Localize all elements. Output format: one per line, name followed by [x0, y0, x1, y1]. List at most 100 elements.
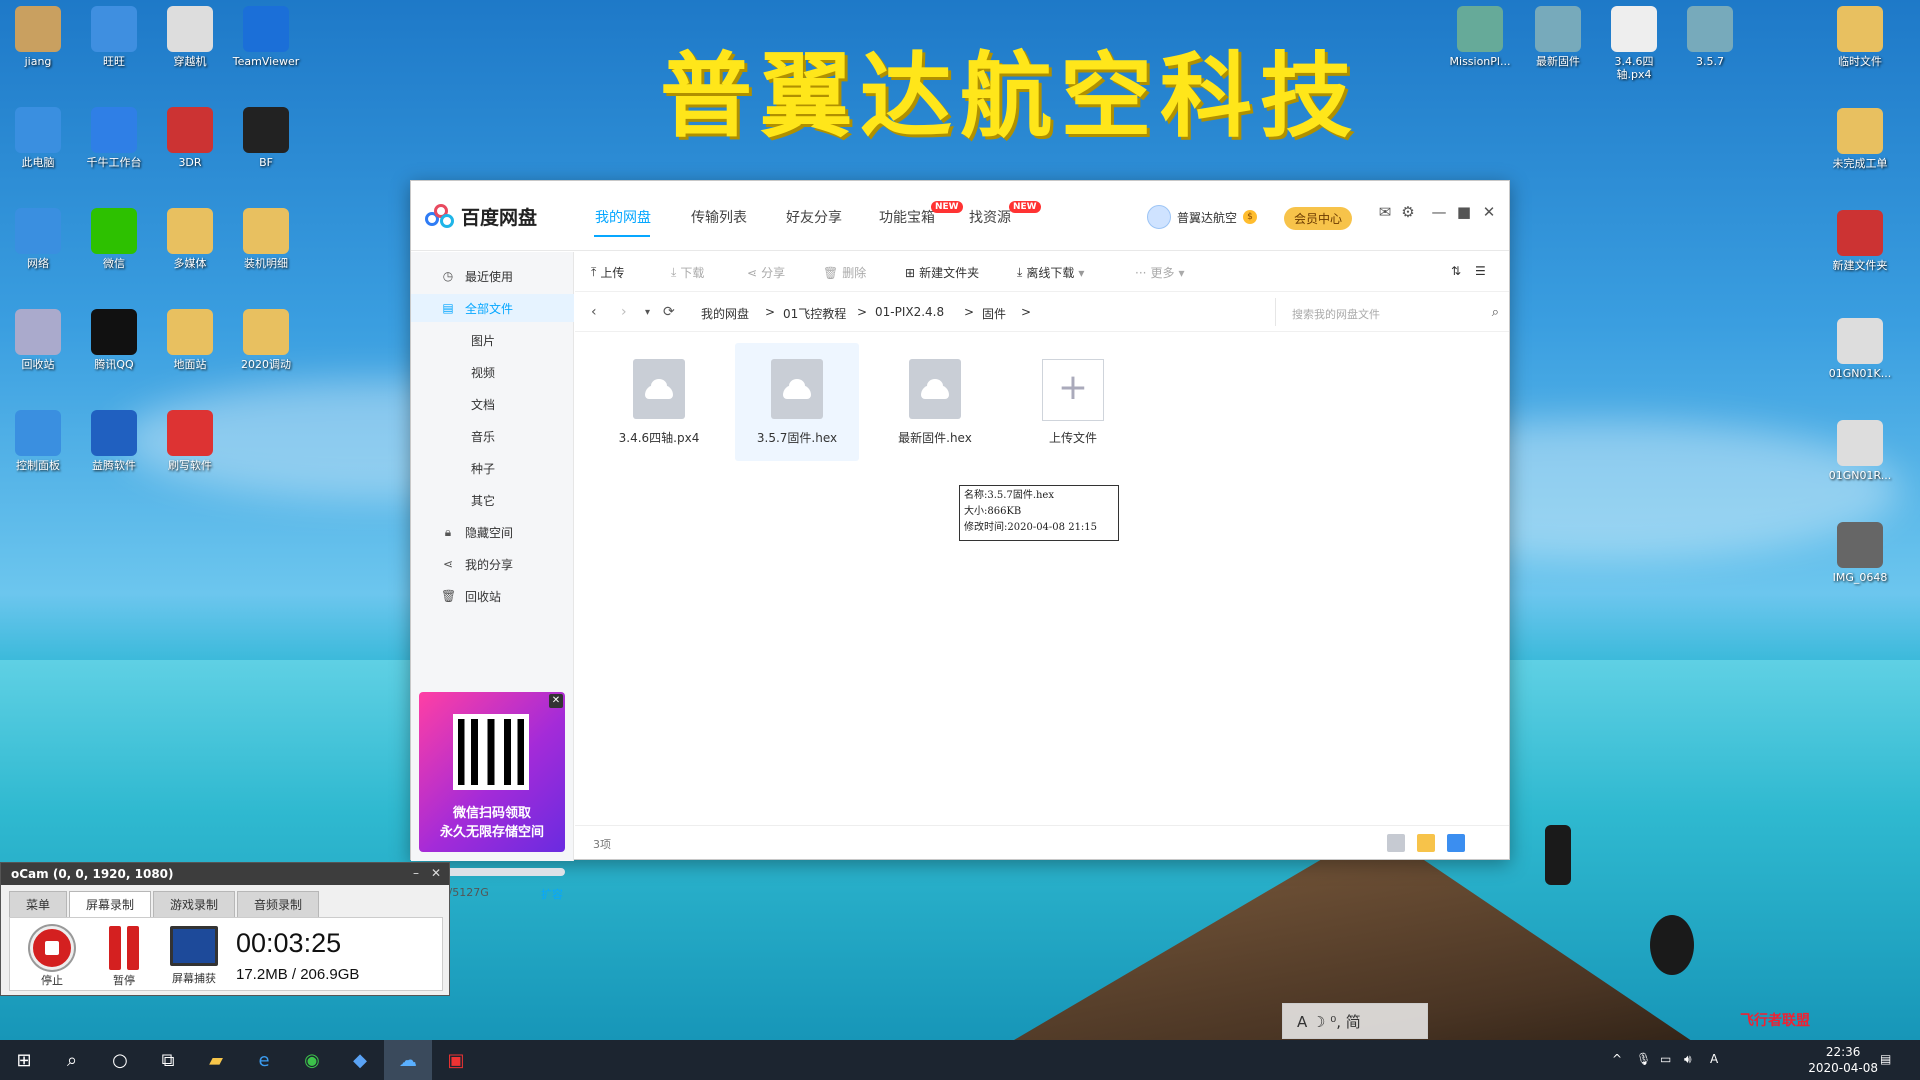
share-button[interactable]: ⋖ 分享	[747, 264, 785, 281]
history-dropdown-icon[interactable]: ▾	[645, 307, 650, 318]
desktop-icon[interactable]: 网络	[2, 208, 74, 270]
stop-button[interactable]: 停止	[24, 926, 80, 988]
desktop-icon[interactable]: 腾讯QQ	[78, 309, 150, 371]
mail-icon[interactable]: ✉	[1375, 203, 1395, 221]
desktop-icon[interactable]: 3.4.6四轴.px4	[1598, 6, 1670, 81]
more-button[interactable]: ··· 更多 ▾	[1135, 264, 1185, 281]
forward-icon[interactable]: ›	[621, 304, 627, 320]
browser-icon[interactable]: ◉	[288, 1040, 336, 1080]
lock-icon[interactable]	[1447, 834, 1465, 852]
sidebar-item-all-files[interactable]: ▤ 全部文件	[411, 294, 574, 322]
sidebar-item-recycle-bin[interactable]: 🗑︎ 回收站	[411, 582, 574, 610]
back-icon[interactable]: ‹	[591, 304, 597, 320]
sort-icon[interactable]: ⇅	[1451, 264, 1461, 278]
avatar[interactable]	[1147, 205, 1171, 229]
microphone-icon[interactable]: 🎙︎	[1636, 1052, 1651, 1066]
sidebar-item-videos[interactable]: 视频	[411, 358, 574, 386]
screen-capture-button[interactable]: 屏幕捕获	[166, 926, 222, 986]
network-tray-icon[interactable]: ▭	[1660, 1052, 1671, 1066]
desktop-icon[interactable]: 2020调动	[230, 309, 302, 371]
upload-button[interactable]: ⤒ 上传	[591, 264, 624, 281]
desktop-icon[interactable]: 益腾软件	[78, 410, 150, 472]
ime-toolbar[interactable]: A ☽ ⁰, 简	[1282, 1003, 1428, 1039]
sidebar-item-images[interactable]: 图片	[411, 326, 574, 354]
delete-button[interactable]: 🗑︎ 删除	[823, 264, 866, 281]
desktop-icon[interactable]: 最新固件	[1522, 6, 1594, 68]
tab-menu[interactable]: 菜单	[9, 891, 68, 918]
search-icon[interactable]: ⌕	[48, 1040, 96, 1080]
sidebar-item-other[interactable]: 其它	[411, 486, 574, 514]
maximize-icon[interactable]: ■	[1454, 203, 1474, 221]
file-item[interactable]: 3.5.7固件.hex	[735, 343, 859, 461]
sidebar-item-documents[interactable]: 文档	[411, 390, 574, 418]
desktop-icon[interactable]: 旺旺	[78, 6, 150, 68]
ocam-taskbar-icon[interactable]: ▣	[432, 1040, 480, 1080]
search-input[interactable]: 搜索我的网盘文件	[1275, 298, 1497, 326]
refresh-icon[interactable]: ⟳	[663, 304, 675, 320]
edge-icon[interactable]: e	[240, 1040, 288, 1080]
desktop-icon[interactable]: TeamViewer	[230, 6, 302, 68]
desktop-icon[interactable]: 装机明细	[230, 208, 302, 270]
desktop-icon[interactable]: MissionPl...	[1444, 6, 1516, 68]
tab-toolbox[interactable]: 功能宝箱 NEW	[879, 201, 963, 227]
desktop-icon[interactable]: 刷写软件	[154, 410, 226, 472]
tab-game-record[interactable]: 游戏录制	[153, 891, 236, 918]
volume-icon[interactable]: 🔊︎	[1684, 1052, 1692, 1067]
desktop-icon[interactable]: 临时文件	[1824, 6, 1896, 68]
ad-banner[interactable]: ✕ 微信扫码领取 永久无限存储空间	[419, 692, 565, 852]
breadcrumb-item[interactable]: 01飞控教程	[783, 305, 846, 322]
search-icon[interactable]: ⌕	[1492, 305, 1499, 320]
baidu-netdisk-taskbar-icon[interactable]: ☁	[384, 1040, 432, 1080]
settings-icon[interactable]: ⚙	[1398, 203, 1418, 221]
sidebar-item-hidden-space[interactable]: 🔒︎ 隐藏空间	[411, 518, 574, 546]
user-area[interactable]: 普翼达航空 $	[1147, 205, 1258, 229]
close-icon[interactable]: ✕	[431, 866, 441, 880]
ad-close-icon[interactable]: ✕	[549, 694, 563, 708]
desktop-icon[interactable]: 未完成工单	[1824, 108, 1896, 170]
expand-storage-link[interactable]: 扩容	[541, 886, 563, 902]
minimize-icon[interactable]: –	[413, 866, 419, 880]
desktop-icon[interactable]: 控制面板	[2, 410, 74, 472]
grid-view-icon[interactable]	[1387, 834, 1405, 852]
file-explorer-icon[interactable]: ▰	[192, 1040, 240, 1080]
list-view-icon[interactable]: ☰	[1475, 264, 1486, 278]
task-view-icon[interactable]: ⧉	[144, 1040, 192, 1080]
close-icon[interactable]: ✕	[1479, 203, 1499, 221]
breadcrumb-item[interactable]: 固件	[982, 305, 1006, 322]
desktop-icon[interactable]: 01GN01K...	[1824, 318, 1896, 380]
app-icon[interactable]: ◆	[336, 1040, 384, 1080]
desktop-icon[interactable]: 地面站	[154, 309, 226, 371]
ime-indicator[interactable]: A	[1710, 1052, 1718, 1066]
download-button[interactable]: ⤓ 下载	[671, 264, 704, 281]
windows-start-icon[interactable]: ⊞	[0, 1040, 48, 1080]
desktop-icon[interactable]: 3DR	[154, 107, 226, 169]
desktop-icon[interactable]: 3.5.7	[1674, 6, 1746, 68]
desktop-icon[interactable]: 多媒体	[154, 208, 226, 270]
desktop-icon[interactable]: BF	[230, 107, 302, 169]
desktop-icon[interactable]: 穿越机	[154, 6, 226, 68]
desktop-icon[interactable]: 回收站	[2, 309, 74, 371]
offline-download-button[interactable]: ⤓ 离线下载 ▾	[1017, 264, 1084, 281]
breadcrumb-item[interactable]: 01-PIX2.4.8	[875, 305, 944, 319]
vip-center-button[interactable]: 会员中心	[1284, 207, 1353, 230]
minimize-icon[interactable]: —	[1429, 203, 1449, 221]
desktop-icon[interactable]: 01GN01R...	[1824, 420, 1896, 482]
system-clock[interactable]: 22:36 2020-04-08	[1808, 1044, 1878, 1076]
file-item[interactable]: 3.4.6四轴.px4	[597, 343, 721, 461]
tab-find-resources[interactable]: 找资源 NEW	[969, 201, 1041, 227]
desktop-icon[interactable]: 新建文件夹	[1824, 210, 1896, 272]
desktop-icon[interactable]: IMG_0648	[1824, 522, 1896, 584]
sidebar-item-my-shares[interactable]: ⋖ 我的分享	[411, 550, 574, 578]
upload-file-tile[interactable]: + 上传文件	[1011, 343, 1135, 461]
desktop-icon[interactable]: 此电脑	[2, 107, 74, 169]
tab-audio-record[interactable]: 音频录制	[237, 891, 320, 918]
desktop-icon[interactable]: 微信	[78, 208, 150, 270]
tab-screen-record[interactable]: 屏幕录制	[69, 891, 152, 918]
sidebar-item-music[interactable]: 音乐	[411, 422, 574, 450]
notification-icon[interactable]: ▤	[1880, 1052, 1891, 1066]
pause-button[interactable]: 暂停	[96, 926, 152, 988]
tray-chevron-icon[interactable]: ^	[1612, 1052, 1622, 1066]
tab-friend-share[interactable]: 好友分享	[786, 207, 842, 227]
desktop-icon[interactable]: jiang	[2, 6, 74, 68]
breadcrumb-item[interactable]: 我的网盘	[701, 305, 749, 322]
